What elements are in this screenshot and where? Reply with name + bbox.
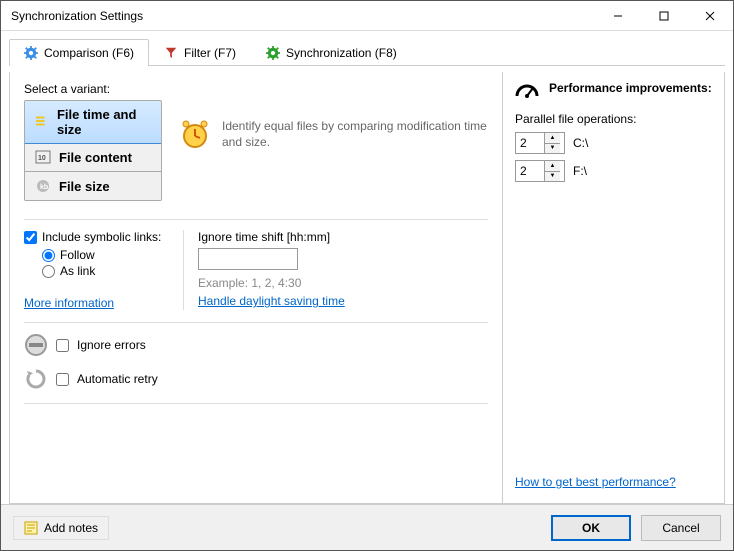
spinner-down[interactable]: ▼ [545, 172, 560, 182]
alarm-clock-icon [178, 118, 212, 152]
notes-icon [24, 521, 38, 535]
variant-description: Identify equal files by comparing modifi… [222, 119, 488, 150]
variant-content[interactable]: 10 File content [25, 143, 161, 172]
performance-header: Performance improvements: [549, 81, 712, 95]
cancel-label: Cancel [662, 521, 699, 535]
add-notes-button[interactable]: Add notes [13, 516, 109, 540]
auto-retry-label: Automatic retry [77, 372, 158, 386]
svg-text:kb: kb [40, 184, 48, 191]
symlink-aslink-label: As link [60, 264, 95, 278]
svg-text:10: 10 [38, 155, 46, 162]
tab-filter[interactable]: Filter (F7) [149, 39, 251, 66]
include-symlinks-checkbox[interactable] [24, 231, 37, 244]
time-size-icon [35, 114, 49, 130]
parallel-value-f[interactable] [516, 161, 544, 181]
spinner-down[interactable]: ▼ [545, 144, 560, 154]
symlink-follow-radio[interactable] [42, 249, 55, 262]
variant-time-size[interactable]: File time and size [24, 100, 162, 144]
window-title: Synchronization Settings [11, 9, 595, 23]
timeshift-input[interactable] [198, 248, 298, 270]
add-notes-label: Add notes [44, 521, 98, 535]
size-icon: kb [35, 178, 51, 194]
tab-label: Comparison (F6) [44, 46, 134, 60]
timeshift-example: Example: 1, 2, 4:30 [198, 276, 488, 290]
binary-icon: 10 [35, 149, 51, 165]
variant-label: File content [59, 150, 132, 165]
tab-label: Filter (F7) [184, 46, 236, 60]
symlink-aslink-radio[interactable] [42, 265, 55, 278]
parallel-ops-label: Parallel file operations: [515, 112, 712, 126]
parallel-spinner-f[interactable]: ▲ ▼ [515, 160, 565, 182]
more-information-link[interactable]: More information [24, 296, 114, 310]
ok-button[interactable]: OK [551, 515, 631, 541]
drive-label-c: C:\ [573, 136, 588, 150]
retry-icon [24, 367, 48, 391]
tab-label: Synchronization (F8) [286, 46, 397, 60]
tab-synchronization[interactable]: Synchronization (F8) [251, 39, 412, 66]
parallel-row-f: ▲ ▼ F:\ [515, 160, 712, 182]
gear-blue-icon [24, 46, 38, 60]
spinner-up[interactable]: ▲ [545, 133, 560, 144]
gear-green-icon [266, 46, 280, 60]
ignore-errors-icon [24, 333, 48, 357]
parallel-spinner-c[interactable]: ▲ ▼ [515, 132, 565, 154]
minimize-button[interactable] [595, 1, 641, 30]
timeshift-label: Ignore time shift [hh:mm] [198, 230, 488, 244]
ignore-errors-checkbox[interactable] [56, 339, 69, 352]
variant-size[interactable]: kb File size [25, 172, 161, 200]
gauge-icon [515, 78, 539, 98]
close-button[interactable] [687, 1, 733, 30]
select-variant-label: Select a variant: [24, 82, 488, 96]
parallel-value-c[interactable] [516, 133, 544, 153]
symlink-follow-label: Follow [60, 248, 95, 262]
best-performance-link[interactable]: How to get best performance? [515, 475, 712, 489]
maximize-button[interactable] [641, 1, 687, 30]
funnel-icon [164, 46, 178, 60]
parallel-row-c: ▲ ▼ C:\ [515, 132, 712, 154]
ignore-errors-label: Ignore errors [77, 338, 146, 352]
ok-label: OK [582, 521, 600, 535]
tab-comparison[interactable]: Comparison (F6) [9, 39, 149, 66]
auto-retry-checkbox[interactable] [56, 373, 69, 386]
drive-label-f: F:\ [573, 164, 587, 178]
variant-label: File time and size [57, 107, 151, 137]
variant-label: File size [59, 179, 110, 194]
spinner-up[interactable]: ▲ [545, 161, 560, 172]
include-symlinks-label: Include symbolic links: [42, 230, 161, 244]
cancel-button[interactable]: Cancel [641, 515, 721, 541]
dst-link[interactable]: Handle daylight saving time [198, 294, 345, 308]
